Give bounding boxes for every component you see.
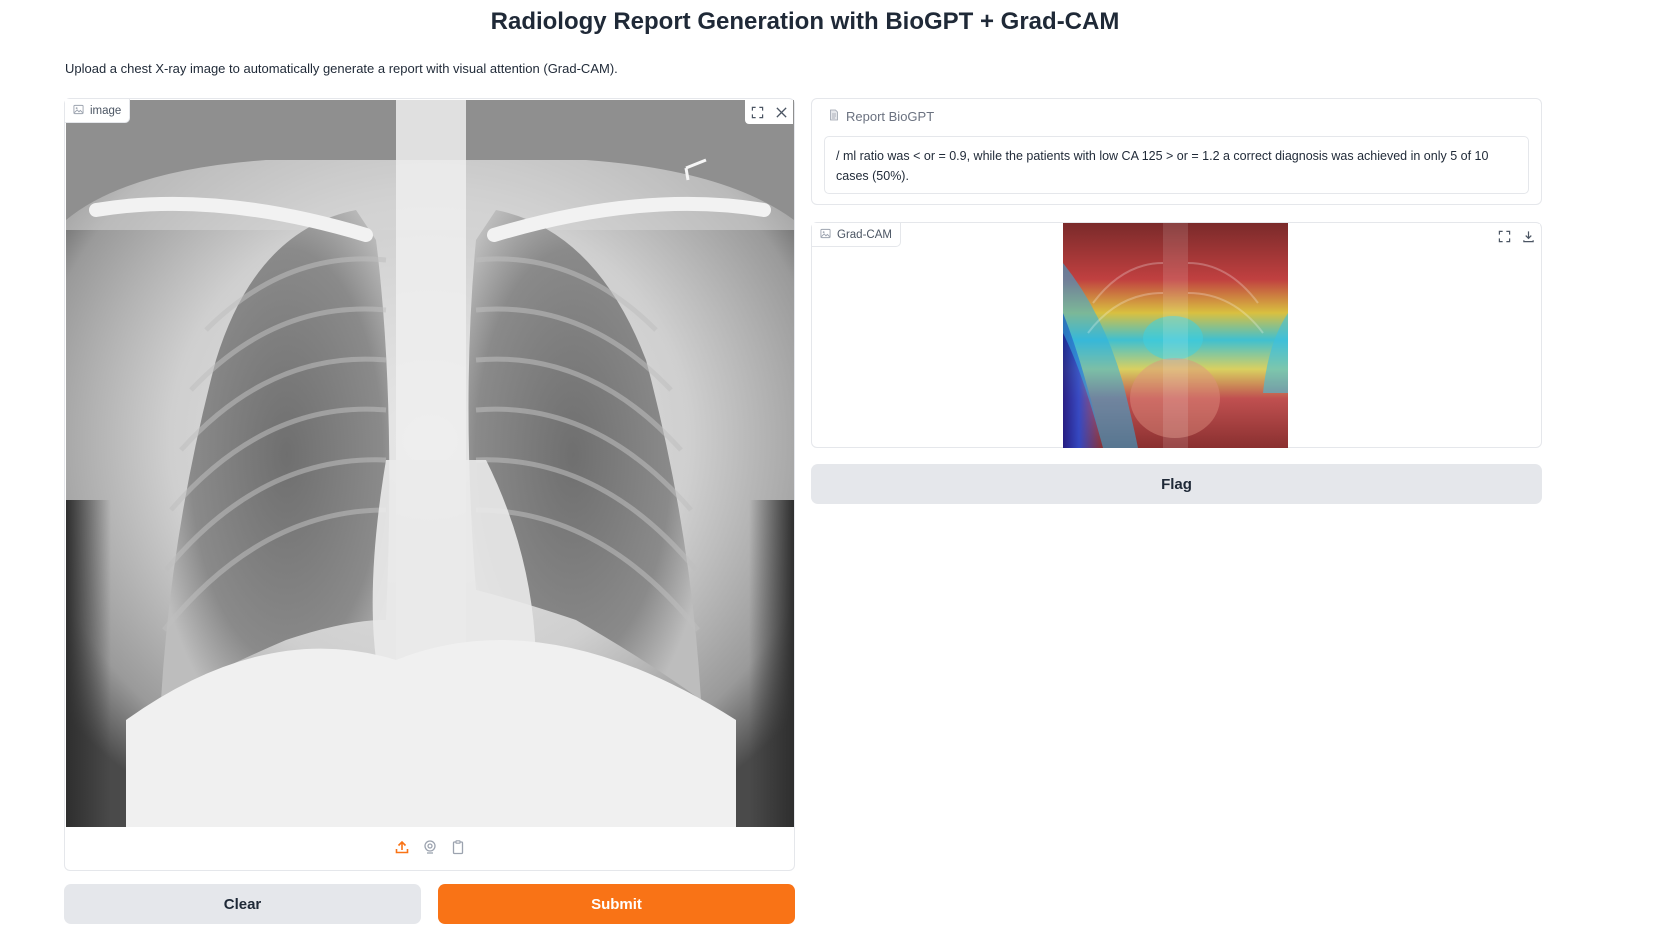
gradcam-panel: Grad-CAM: [811, 222, 1542, 448]
image-toolbar: [745, 100, 793, 124]
page-description: Upload a chest X-ray image to automatica…: [65, 61, 618, 76]
report-textbox[interactable]: / ml ratio was < or = 0.9, while the pat…: [824, 136, 1529, 194]
close-icon[interactable]: [769, 100, 793, 124]
report-panel: Report BioGPT / ml ratio was < or = 0.9,…: [811, 98, 1542, 205]
image-source-selector: [65, 828, 794, 870]
webcam-icon[interactable]: [422, 839, 438, 860]
gradcam-label-tag: Grad-CAM: [812, 223, 901, 247]
fullscreen-icon[interactable]: [1492, 224, 1516, 248]
chest-xray-image: [66, 100, 794, 827]
flag-button[interactable]: Flag: [811, 464, 1542, 504]
report-label: Report BioGPT: [828, 109, 934, 124]
image-icon: [820, 228, 831, 242]
upload-icon[interactable]: [394, 839, 410, 860]
image-input-panel[interactable]: image: [64, 98, 795, 871]
fullscreen-icon[interactable]: [745, 100, 769, 124]
image-icon: [73, 104, 84, 118]
submit-button[interactable]: Submit: [438, 884, 795, 924]
image-label-tag: image: [65, 99, 131, 123]
clipboard-icon[interactable]: [450, 839, 466, 860]
page-title: Radiology Report Generation with BioGPT …: [490, 8, 1120, 35]
image-label: image: [90, 104, 122, 117]
gradcam-label: Grad-CAM: [837, 228, 892, 241]
clear-button[interactable]: Clear: [64, 884, 421, 924]
report-label-text: Report BioGPT: [846, 109, 935, 124]
document-icon: [828, 109, 840, 124]
gradcam-toolbar: [1492, 224, 1540, 248]
gradcam-heatmap-image: [1063, 223, 1288, 448]
download-icon[interactable]: [1516, 224, 1540, 248]
